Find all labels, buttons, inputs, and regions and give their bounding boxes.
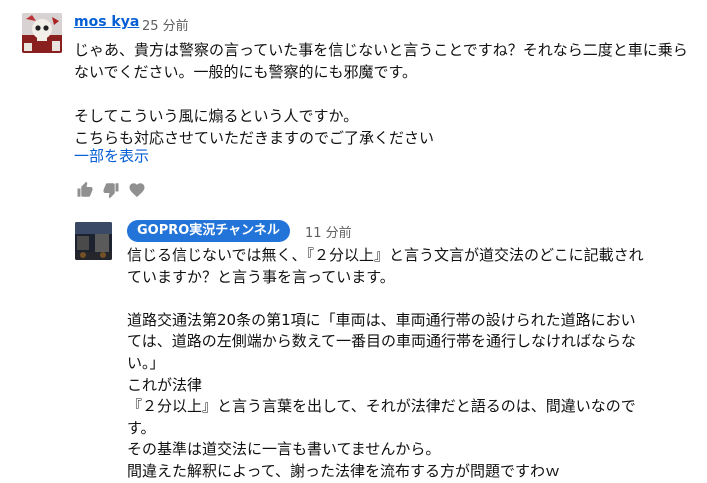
reply-author-badge[interactable]: GOPRO実況チャンネル <box>127 220 290 242</box>
comment-timestamp[interactable]: 25 分前 <box>142 15 189 34</box>
comment-author-link[interactable]: mos kya <box>74 14 139 30</box>
heart-icon <box>129 183 145 198</box>
thumbs-down-icon <box>103 183 119 199</box>
avatar-image <box>22 13 62 53</box>
reply-text: 信じる信じないでは無く、『２分以上』と言う文言が道交法のどこに記載されていますか… <box>127 246 644 480</box>
like-button[interactable] <box>76 181 94 199</box>
comment-text: じゃあ、貴方は警察の言っていた事を信じないと言うことですね？それなら二度と車に乗… <box>74 41 688 147</box>
replier-avatar[interactable] <box>75 222 112 260</box>
comment-actions <box>76 181 146 199</box>
avatar-image <box>75 222 112 260</box>
dislike-button[interactable] <box>102 181 120 199</box>
reply-timestamp[interactable]: 11 分前 <box>305 222 352 241</box>
commenter-avatar[interactable] <box>22 13 62 53</box>
thumbs-up-icon <box>77 181 93 197</box>
show-less-link[interactable]: 一部を表示 <box>74 145 149 166</box>
heart-button[interactable] <box>128 181 146 199</box>
